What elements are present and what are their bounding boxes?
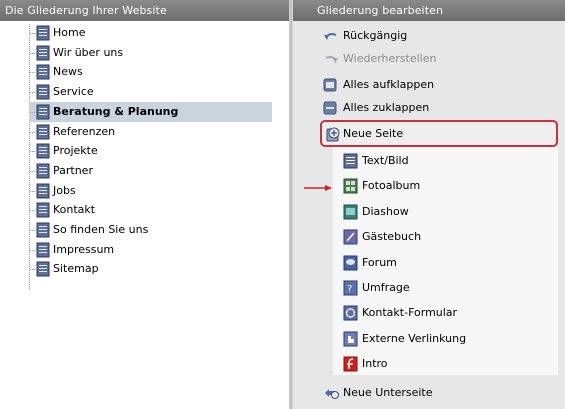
poll-icon: ? [343, 280, 358, 303]
page-icon [36, 104, 50, 123]
tree-item-label: Partner [53, 164, 93, 177]
tree-connector [30, 33, 35, 34]
tree-item[interactable]: News [29, 62, 272, 82]
tree-connector [30, 92, 35, 93]
expand-all-label: Alles aufklappen [343, 78, 435, 91]
undo-icon [323, 29, 339, 50]
expand-all-icon [323, 78, 337, 99]
page-icon [36, 222, 50, 241]
edit-outline-panel: Gliederung bearbeiten Rückgängig Wiederh… [293, 0, 565, 409]
annotation-arrow-icon [304, 185, 332, 191]
page-type-label: Intro [362, 357, 388, 370]
redo-label: Wiederherstellen [343, 52, 437, 65]
slideshow-icon [343, 204, 358, 227]
external-link-icon [343, 331, 358, 354]
page-type-label: Umfrage [362, 281, 410, 294]
new-page-icon [325, 126, 341, 145]
tree-item-label: Impressum [53, 243, 115, 256]
undo-label: Rückgängig [343, 29, 408, 42]
page-type-list: Text/Bild Fotoalbum Diashow Gästebuch Forum?… [333, 147, 558, 375]
collapse-all-icon [323, 101, 337, 122]
tree-item-label: Jobs [53, 184, 76, 197]
page-type-label: Diashow [362, 205, 409, 218]
tree-connector [30, 151, 35, 152]
tree-item[interactable]: Projekte [29, 141, 272, 161]
tree-item[interactable]: Sitemap [29, 259, 272, 279]
tree-item[interactable]: Impressum [29, 240, 272, 260]
new-subpage-icon [323, 386, 339, 407]
text-image-icon [343, 153, 358, 176]
redo-icon [323, 52, 339, 73]
tree-item-label: Beratung & Planung [53, 105, 179, 118]
photo-album-icon [343, 178, 358, 201]
tree-item[interactable]: Service [29, 82, 272, 102]
tree-item-label: Sitemap [53, 262, 99, 275]
page-icon [36, 261, 50, 280]
tree-item-label: So finden Sie uns [53, 223, 149, 236]
page-icon [36, 64, 50, 83]
page-icon [36, 163, 50, 182]
tree-connector [30, 269, 35, 270]
tree-item[interactable]: So finden Sie uns [29, 220, 272, 240]
svg-text:?: ? [347, 284, 352, 295]
tree-item-label: Wir über uns [53, 46, 124, 59]
tree-item-label: Home [53, 26, 86, 39]
flash-intro-icon [343, 356, 358, 379]
new-subpage-label: Neue Unterseite [343, 386, 433, 399]
tree-item-label: Projekte [53, 144, 98, 157]
new-page-button[interactable]: Neue Seite [320, 120, 558, 147]
tree-connector [30, 210, 35, 211]
page-icon [36, 25, 50, 44]
tree-connector [30, 191, 35, 192]
site-outline-panel: Die Gliederung Ihrer Website Home Wir übe… [0, 0, 289, 409]
page-type-label: Fotoalbum [362, 179, 421, 192]
forum-icon [343, 255, 358, 278]
tree-item-label: Referenzen [53, 125, 116, 138]
new-page-label: Neue Seite [343, 127, 404, 140]
tree-connector [30, 53, 35, 54]
tree-connector [30, 72, 35, 73]
tree-item[interactable]: Wir über uns [29, 43, 272, 63]
page-type-label: Forum [362, 256, 397, 269]
page-type-label: Text/Bild [362, 154, 409, 167]
page-icon [36, 143, 50, 162]
tree-item[interactable]: Kontakt [29, 200, 272, 220]
tree-connector [30, 250, 35, 251]
tree-connector [30, 230, 35, 231]
tree-item[interactable]: Referenzen [29, 122, 272, 142]
tree-item-label: Kontakt [53, 203, 96, 216]
page-type-label: Externe Verlinkung [362, 332, 467, 345]
tree-connector [30, 171, 35, 172]
guestbook-icon [343, 229, 358, 252]
collapse-all-label: Alles zuklappen [343, 101, 430, 114]
tree-item[interactable]: Beratung & Planung [29, 102, 272, 122]
contact-form-icon [343, 305, 358, 328]
tree-item-label: Service [53, 85, 94, 98]
tree-connector [30, 112, 35, 113]
page-icon [36, 202, 50, 221]
tree-item[interactable]: Jobs [29, 181, 272, 201]
tree-item[interactable]: Home [29, 23, 272, 43]
site-outline-header: Die Gliederung Ihrer Website [0, 0, 289, 21]
edit-outline-header: Gliederung bearbeiten [293, 0, 565, 21]
page-type-label: Gästebuch [362, 230, 422, 243]
tree-connector [30, 132, 35, 133]
tree-item[interactable]: Partner [29, 161, 272, 181]
page-icon [36, 84, 50, 103]
tree-item-label: News [53, 65, 83, 78]
page-type-label: Kontakt-Formular [362, 306, 458, 319]
